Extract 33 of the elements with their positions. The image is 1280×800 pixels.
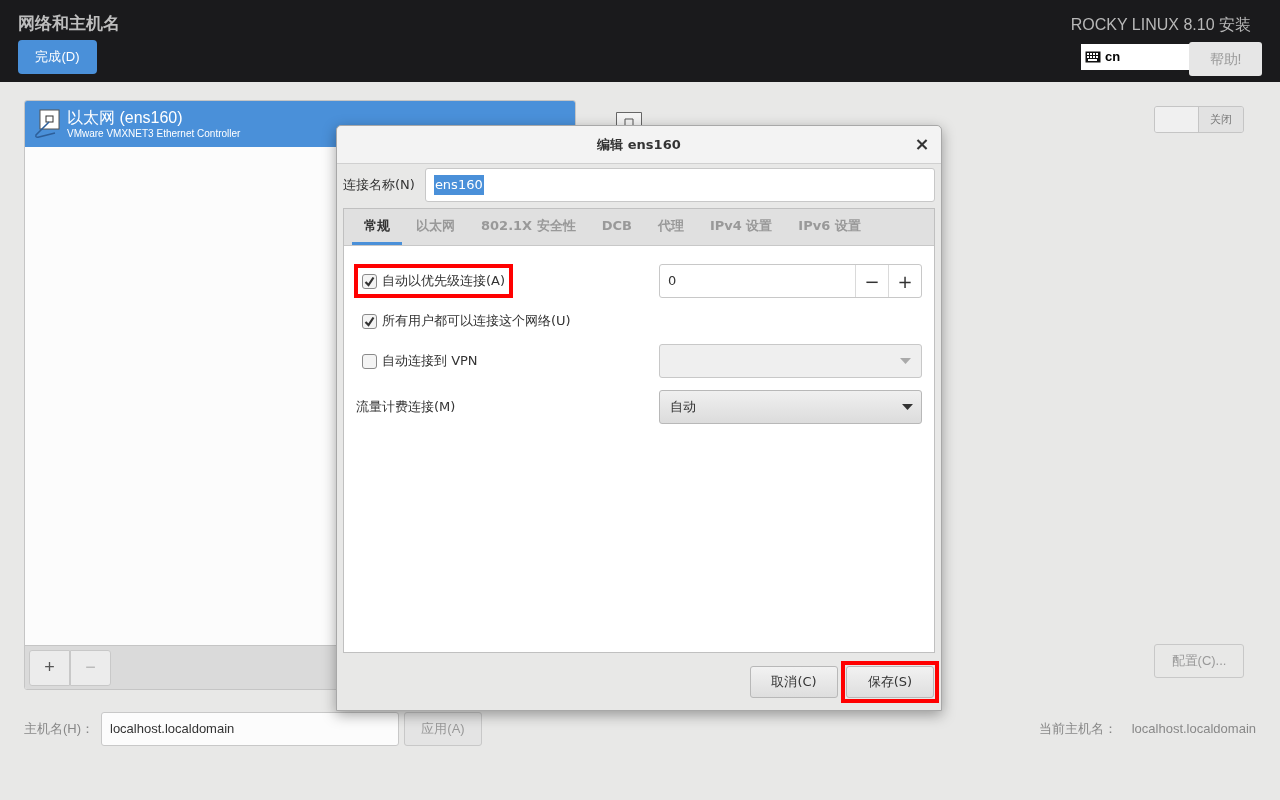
connection-name-field[interactable]: ens160 [424,168,935,202]
checkbox[interactable]: 所有用户都可以连接这个网络(U) [356,306,577,336]
checkbox-box[interactable] [362,313,377,329]
dialog-title: 编辑 ens160 [597,135,681,154]
dropdown-arrow-icon [902,404,913,410]
checkbox-box[interactable] [362,353,377,369]
checkmark-icon [364,315,375,327]
current-hostname: localhost.localdomain [1131,720,1256,739]
metered-dropdown[interactable]: 自动 [659,390,922,424]
current-hostname-label: 当前主机名： [1038,720,1118,739]
checkbox[interactable]: 自动连接到 VPN [356,346,484,376]
dropdown-arrow-icon [900,358,911,364]
hostname-field[interactable]: localhost.localdomain [101,712,399,746]
checkbox[interactable]: 自动以优先级连接(A) [356,266,512,296]
page-title: 网络和主机名 [18,13,120,35]
close-button[interactable]: × [913,134,931,154]
save-button[interactable]: 保存(S) [846,665,934,698]
tab[interactable]: 常规 [352,209,402,245]
keyboard-layout-field[interactable]: cn [1081,44,1190,70]
cancel-button[interactable]: 取消(C) [750,665,838,698]
connection-name-label: 连接名称(N) [343,176,415,195]
keyboard-icon [1085,51,1101,63]
done-button[interactable]: 完成(D) [18,40,97,74]
device-name: 以太网 (ens160) [67,107,184,128]
add-button[interactable]: + [29,649,70,686]
device-description: VMware VMXNET3 Ethernet Controller [67,127,241,141]
metered-label: 流量计费连接(M) [356,398,456,417]
checkmark-icon [364,275,375,287]
checkbox-box[interactable] [362,273,377,289]
product-title: ROCKY LINUX 8.10 安装 [1070,15,1252,35]
ethernet-icon [33,109,61,139]
hostname-label: 主机名(H)： [24,720,96,739]
connection-switch[interactable]: 关闭 [1154,106,1244,133]
